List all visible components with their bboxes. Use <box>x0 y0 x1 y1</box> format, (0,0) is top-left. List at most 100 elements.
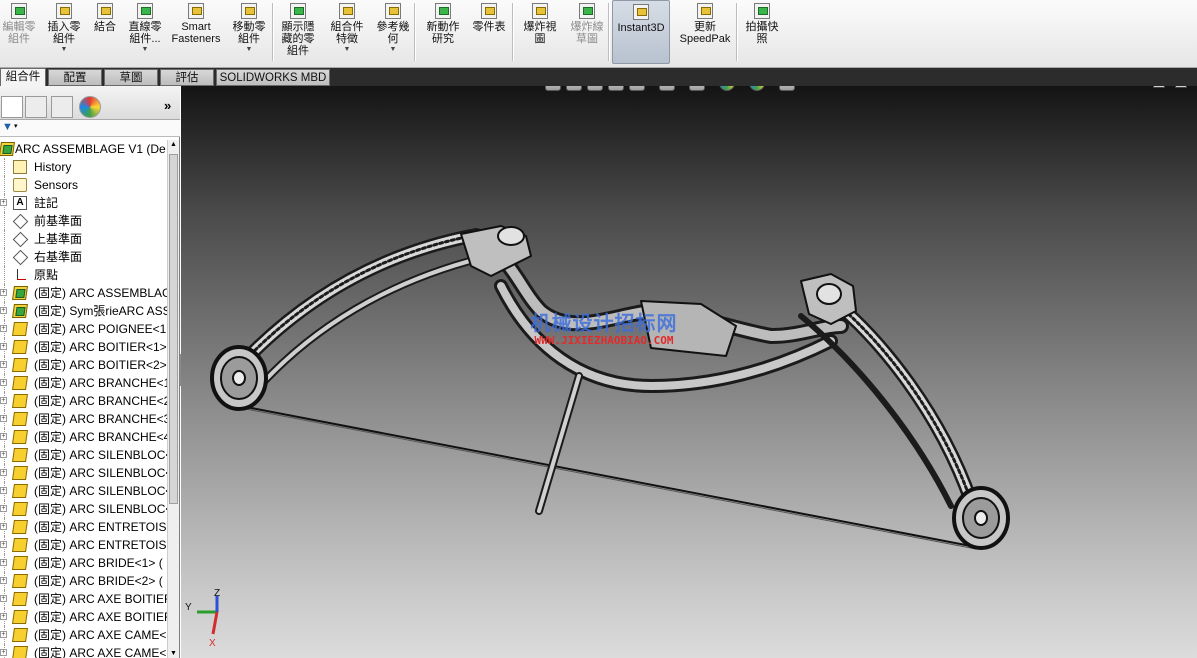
bom-button[interactable]: 零件表 <box>468 0 510 64</box>
assembly-features-button[interactable]: 組合件 特徵 ▼ <box>326 0 368 64</box>
tree-item[interactable]: + (固定) ARC AXE BOITIER <box>0 590 168 608</box>
insert-components-button[interactable]: 插入零 組件 ▼ <box>44 0 84 64</box>
tree-item[interactable]: + (固定) ARC BRANCHE<1 <box>0 374 168 392</box>
expand-icon[interactable]: + <box>0 469 7 476</box>
tree-item[interactable]: + (固定) ARC BRANCHE<3 <box>0 410 168 428</box>
tree-item[interactable]: + (固定) ARC BRANCHE<2 <box>0 392 168 410</box>
tree-item[interactable]: + (固定) ARC SILENBLOC< <box>0 500 168 518</box>
tree-item[interactable]: 前基準面 <box>0 212 168 230</box>
expand-icon[interactable]: + <box>0 343 7 350</box>
section-view-icon[interactable] <box>608 86 624 91</box>
previous-view-icon[interactable] <box>587 86 603 91</box>
tree-item[interactable]: + A 註記 <box>0 194 168 212</box>
view-settings-icon[interactable] <box>778 86 795 91</box>
show-hidden-button[interactable]: 顯示隱 藏的零 組件 <box>276 0 320 64</box>
tree-root[interactable]: ARC ASSEMBLAGE V1 (De <box>0 140 168 158</box>
tree-scrollbar[interactable]: ▲ ▼ <box>167 140 179 658</box>
expand-icon[interactable]: + <box>0 541 7 548</box>
expand-icon[interactable]: + <box>0 487 7 494</box>
expand-icon[interactable]: + <box>0 577 7 584</box>
apply-scene-icon[interactable] <box>748 86 765 91</box>
expand-icon[interactable]: + <box>0 559 7 566</box>
mate-button[interactable]: 結合 <box>90 0 120 64</box>
tree-item[interactable]: + (固定) ARC AXE CAME< <box>0 626 168 644</box>
expand-icon[interactable]: + <box>0 199 7 206</box>
expand-icon[interactable]: + <box>0 307 7 314</box>
tree-item[interactable]: + (固定) ARC POIGNEE<1 <box>0 320 168 338</box>
chevron-down-icon[interactable]: ▼ <box>390 46 397 54</box>
expand-icon[interactable]: + <box>0 523 7 530</box>
tab-4[interactable]: SOLIDWORKS MBD <box>216 69 330 86</box>
tree-item[interactable]: History <box>0 158 168 176</box>
tree-item[interactable]: + (固定) ARC BRIDE<1> ( <box>0 554 168 572</box>
expand-icon[interactable]: + <box>0 505 7 512</box>
expand-icon[interactable]: + <box>0 397 7 404</box>
restore-viewport-icon[interactable]: ◫ <box>1153 86 1165 88</box>
configuration-manager-tab-icon[interactable] <box>51 96 73 118</box>
edit-component-button[interactable]: 編輯零 組件 <box>0 0 38 64</box>
snapshot-button[interactable]: 拍攝快 照 <box>738 0 786 64</box>
chevron-down-icon[interactable]: ▼ <box>246 46 253 54</box>
expand-icon[interactable]: + <box>0 613 7 620</box>
scrollbar-thumb[interactable] <box>169 154 178 504</box>
tree-item[interactable]: Sensors <box>0 176 168 194</box>
tree-item[interactable]: 原點 <box>0 266 168 284</box>
chevron-down-icon[interactable]: ▼ <box>61 46 68 54</box>
tab-2[interactable]: 草圖 <box>104 69 158 86</box>
zoom-to-fit-icon[interactable] <box>545 86 561 91</box>
expand-icon[interactable]: + <box>0 361 7 368</box>
tree-item[interactable]: + (固定) ARC BRIDE<2> ( <box>0 572 168 590</box>
property-manager-tab-icon[interactable] <box>25 96 47 118</box>
scroll-down-arrow-icon[interactable]: ▼ <box>170 650 177 657</box>
expand-panel-chevron-icon[interactable]: » <box>164 98 171 113</box>
tree-item[interactable]: + (固定) ARC BRANCHE<4 <box>0 428 168 446</box>
edit-appearance-icon[interactable] <box>718 86 735 91</box>
tree-item[interactable]: + (固定) ARC AXE CAME< <box>0 644 168 658</box>
chevron-down-icon[interactable]: ▼ <box>797 86 804 87</box>
view-orientation-icon[interactable] <box>629 86 645 91</box>
expand-icon[interactable]: + <box>0 433 7 440</box>
tree-item[interactable]: + (固定) ARC BOITIER<1> <box>0 338 168 356</box>
display-manager-tab-icon[interactable] <box>79 96 101 118</box>
feature-manager-tab-icon[interactable] <box>1 96 23 118</box>
zoom-area-icon[interactable] <box>566 86 582 91</box>
filter-icon[interactable]: ▼ <box>2 121 13 133</box>
chevron-down-icon[interactable]: ▼ <box>677 86 684 87</box>
linear-pattern-button[interactable]: 直線零 組件... ▼ <box>124 0 166 64</box>
tree-item[interactable]: 右基準面 <box>0 248 168 266</box>
exploded-view-button[interactable]: 爆炸視 圖 <box>518 0 562 64</box>
tree-filter-bar[interactable]: ▼ ▾ <box>0 120 180 137</box>
chevron-down-icon[interactable]: ▼ <box>767 86 774 87</box>
explode-line-sketch-button[interactable]: 爆炸線 草圖 <box>564 0 610 64</box>
chevron-down-icon[interactable]: ▼ <box>344 46 351 54</box>
expand-icon[interactable]: + <box>0 325 7 332</box>
expand-icon[interactable]: + <box>0 649 7 656</box>
display-style-icon[interactable] <box>658 86 675 91</box>
expand-icon[interactable]: + <box>0 415 7 422</box>
maximize-viewport-icon[interactable]: ◰ <box>1175 86 1187 88</box>
hide-show-icon[interactable] <box>688 86 705 91</box>
filter-dropdown-icon[interactable]: ▾ <box>14 122 18 130</box>
move-component-button[interactable]: 移動零 組件 ▼ <box>226 0 272 64</box>
chevron-down-icon[interactable]: ▼ <box>142 46 149 54</box>
graphics-area[interactable]: ▼ ▼ ▼ ▼ ▼ ▼ ◫ ◰ 机械设计招标网 WWW.JIXIEZHAOBIAO.COM… <box>181 86 1197 658</box>
expand-icon[interactable]: + <box>0 631 7 638</box>
tree-item[interactable]: + (固定) ARC ASSEMBLAG <box>0 284 168 302</box>
tree-item[interactable]: + (固定) ARC SILENBLOC< <box>0 446 168 464</box>
scroll-up-arrow-icon[interactable]: ▲ <box>170 141 177 148</box>
chevron-down-icon[interactable]: ▼ <box>707 86 714 87</box>
expand-icon[interactable]: + <box>0 451 7 458</box>
reference-geometry-button[interactable]: 參考幾 何 ▼ <box>372 0 414 64</box>
tree-item[interactable]: + (固定) ARC SILENBLOC< <box>0 464 168 482</box>
expand-icon[interactable]: + <box>0 289 7 296</box>
expand-icon[interactable]: + <box>0 379 7 386</box>
tree-item[interactable]: + (固定) ARC ENTRETOISE <box>0 518 168 536</box>
tree-item[interactable]: + (固定) ARC ENTRETOISE <box>0 536 168 554</box>
tree-item[interactable]: + (固定) ARC AXE BOITIER <box>0 608 168 626</box>
tree-item[interactable]: + (固定) Sym張rieARC ASS <box>0 302 168 320</box>
chevron-down-icon[interactable]: ▼ <box>647 86 654 87</box>
expand-icon[interactable]: + <box>0 595 7 602</box>
instant3d-button[interactable]: Instant3D <box>612 0 670 64</box>
speedpak-button[interactable]: 更新 SpeedPak <box>674 0 736 64</box>
tab-3[interactable]: 評估 <box>160 69 214 86</box>
